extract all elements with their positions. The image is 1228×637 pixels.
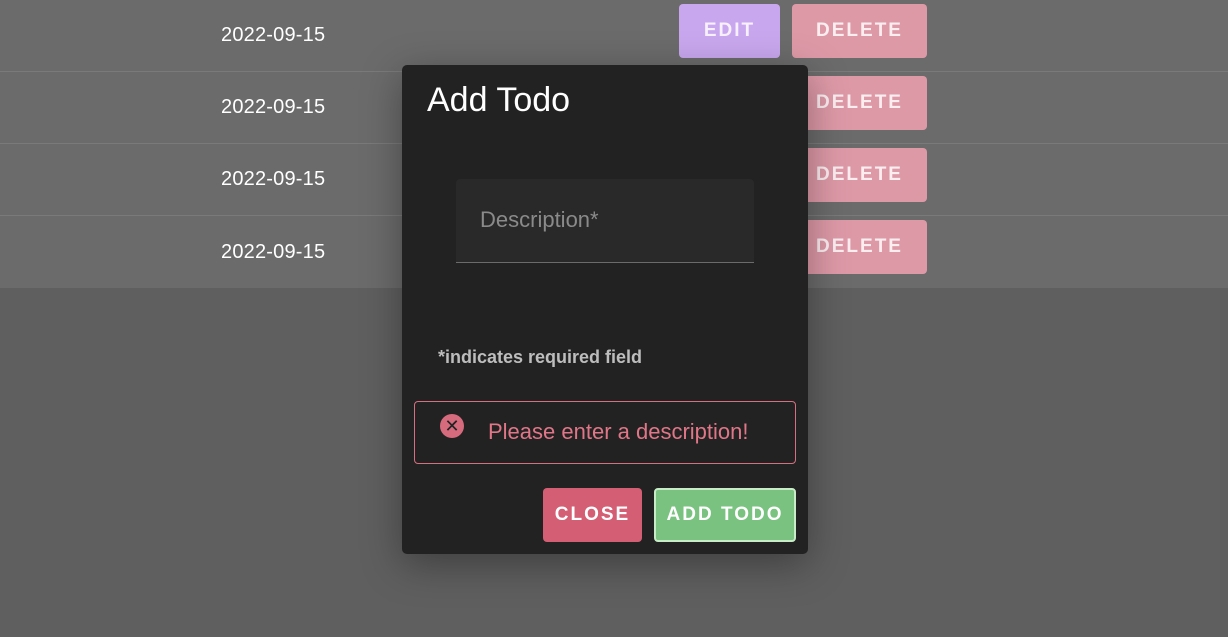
error-circle-icon: ✕ — [440, 414, 464, 438]
add-todo-dialog: Add Todo Description* *indicates require… — [402, 65, 808, 554]
todo-date: 2022-09-15 — [221, 96, 326, 118]
todo-date: 2022-09-15 — [221, 168, 326, 190]
edit-button[interactable]: EDIT — [679, 4, 780, 58]
error-alert: ✕ Please enter a description! — [414, 401, 796, 464]
close-button[interactable]: CLOSE — [543, 488, 642, 542]
description-input[interactable] — [456, 179, 754, 262]
required-field-note: *indicates required field — [438, 347, 643, 367]
delete-button[interactable]: DELETE — [792, 76, 927, 130]
dialog-title: Add Todo — [427, 81, 571, 119]
add-todo-button[interactable]: ADD TODO — [654, 488, 796, 542]
error-message: Please enter a description! — [488, 419, 749, 444]
delete-button[interactable]: DELETE — [792, 148, 927, 202]
table-row: 2022-09-15 EDIT DELETE — [0, 0, 1228, 72]
todo-date: 2022-09-15 — [221, 24, 326, 46]
delete-button[interactable]: DELETE — [792, 4, 927, 58]
todo-date: 2022-09-15 — [221, 240, 326, 263]
description-field[interactable]: Description* — [456, 179, 754, 263]
delete-button[interactable]: DELETE — [792, 220, 927, 274]
